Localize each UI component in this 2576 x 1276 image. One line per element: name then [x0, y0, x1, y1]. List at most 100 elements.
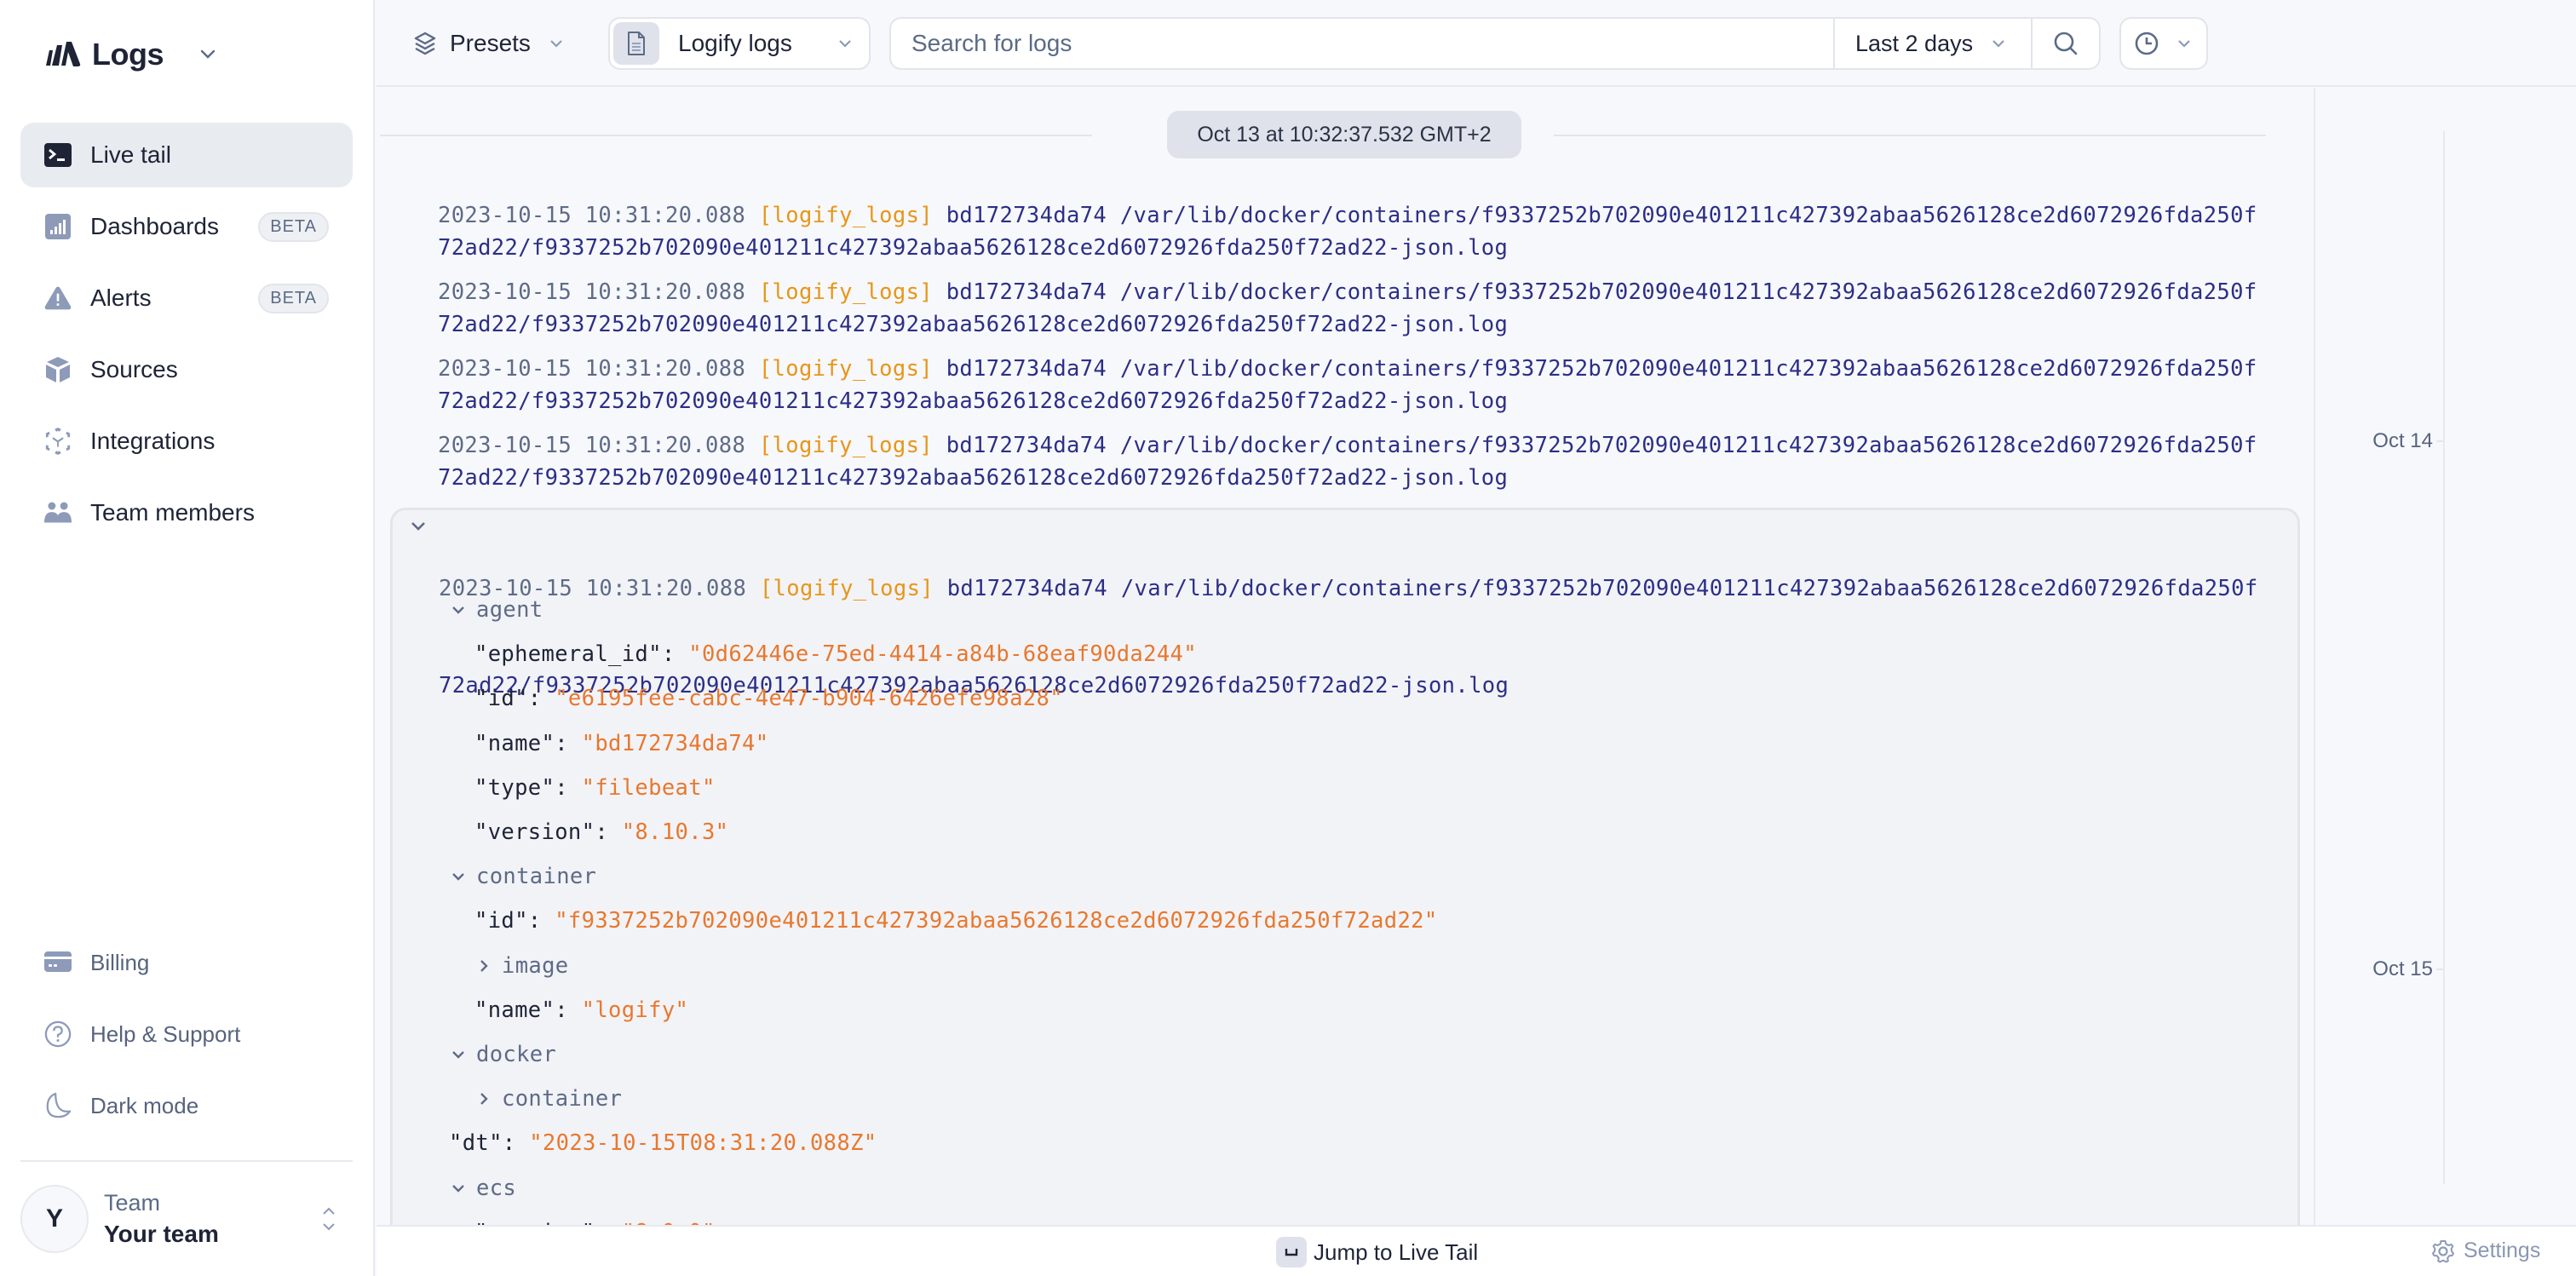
log-message: bd172734da74 /var/lib/docker/containers/…	[946, 576, 2258, 601]
jump-to-live-tail-button[interactable]: Jump to Live Tail	[1276, 1237, 1478, 1267]
brand-switcher[interactable]: Logs	[44, 34, 218, 75]
json-key: container	[476, 864, 597, 890]
log-row[interactable]: 2023-10-15 10:31:20.088 [logify_logs] bd…	[438, 199, 2261, 264]
sidebar-item-label: Live tail	[90, 141, 171, 168]
log-message: bd172734da74 /var/lib/docker/containers/…	[946, 279, 2257, 305]
document-icon	[613, 22, 659, 65]
sidebar: Logs Live tail Dashboards BETA Alerts BE…	[0, 0, 375, 1276]
json-node-image[interactable]: image	[474, 950, 569, 982]
search-group: Last 2 days	[889, 17, 2101, 70]
json-key: "dt":	[449, 1130, 530, 1157]
log-source-tag: [logify_logs]	[758, 279, 933, 305]
integrations-icon	[44, 428, 72, 455]
json-node-container[interactable]: container	[449, 860, 596, 893]
time-range-select[interactable]: Last 2 days	[1833, 19, 2031, 68]
presets-dropdown[interactable]: Presets	[414, 19, 565, 68]
json-key: ecs	[476, 1175, 517, 1201]
log-source-tag: [logify_logs]	[758, 356, 933, 382]
presets-label: Presets	[450, 30, 531, 56]
sidebar-item-live-tail[interactable]: Live tail	[20, 123, 353, 187]
json-field[interactable]: "dt": "2023-10-15T08:31:20.088Z"	[449, 1127, 877, 1159]
log-row[interactable]: 2023-10-15 10:31:20.088 [logify_logs] bd…	[438, 353, 2261, 417]
source-label: Logify logs	[678, 30, 792, 56]
log-stream: Oct 13 at 10:32:37.532 GMT+2 2023-10-15 …	[377, 89, 2314, 1225]
timeline-tick-label: Oct 15	[2372, 957, 2433, 980]
team-name: Your team	[104, 1221, 219, 1247]
terminal-icon	[44, 141, 72, 169]
clock-icon	[2135, 32, 2159, 55]
log-row[interactable]: 2023-10-15 10:31:20.088 [logify_logs] bd…	[438, 429, 2261, 494]
json-value: "8.10.3"	[621, 819, 729, 845]
search-input[interactable]	[891, 19, 1833, 68]
log-message: bd172734da74 /var/lib/docker/containers/…	[946, 203, 2257, 228]
json-node-docker[interactable]: docker	[449, 1038, 556, 1071]
chevron-down-icon	[449, 1045, 468, 1064]
logo-icon	[46, 42, 81, 66]
chevron-right-icon	[474, 1089, 493, 1108]
json-field[interactable]: "id": "f9337252b702090e401211c427392abaa…	[474, 905, 1438, 937]
source-select[interactable]: Logify logs	[608, 17, 871, 70]
json-value: "0d62446e-75ed-4414-a84b-68eaf90da244"	[688, 641, 1197, 668]
beta-badge: BETA	[258, 283, 329, 313]
separator-line	[1554, 135, 2266, 136]
sidebar-item-dark-mode[interactable]: Dark mode	[20, 1073, 353, 1138]
date-separator: Oct 13 at 10:32:37.532 GMT+2	[377, 111, 2314, 158]
settings-button[interactable]: Settings	[2431, 1239, 2540, 1263]
log-row[interactable]: 2023-10-15 10:31:20.088 [logify_logs] bd…	[438, 276, 2261, 341]
json-field[interactable]: "ephemeral_id": "0d62446e-75ed-4414-a84b…	[474, 638, 1197, 670]
sidebar-item-billing[interactable]: Billing	[20, 930, 353, 995]
timeline[interactable]: Oct 14 Oct 15	[2314, 89, 2576, 1225]
gear-icon	[2432, 1239, 2454, 1262]
team-switcher[interactable]: Y Team Your team	[20, 1184, 353, 1254]
json-field[interactable]: "version": "8.10.3"	[474, 816, 728, 848]
timeline-tick: Oct 15	[2372, 957, 2443, 981]
json-value: "2023-10-15T08:31:20.088Z"	[529, 1130, 877, 1157]
search-button[interactable]	[2031, 19, 2099, 68]
json-node-container[interactable]: container	[474, 1083, 622, 1115]
sidebar-item-dashboards[interactable]: Dashboards BETA	[20, 194, 353, 259]
bottom-bar: Jump to Live Tail Settings	[377, 1225, 2576, 1276]
log-message: bd172734da74 /var/lib/docker/containers/…	[946, 356, 2257, 382]
sidebar-item-sources[interactable]: Sources	[20, 337, 353, 402]
sidebar-item-help[interactable]: Help & Support	[20, 1002, 353, 1066]
json-node-ecs[interactable]: ecs	[449, 1172, 516, 1204]
json-field[interactable]: "version": "8.0.0"	[474, 1216, 716, 1225]
chevron-down-icon	[449, 1179, 468, 1198]
json-key: docker	[476, 1042, 557, 1067]
json-key: container	[502, 1086, 623, 1112]
json-key: "version":	[474, 819, 622, 845]
chevron-down-icon	[200, 49, 216, 59]
json-value: "e6195fee-cabc-4e47-b904-6426efe98a28"	[555, 686, 1063, 712]
json-field[interactable]: "name": "logify"	[474, 994, 688, 1026]
log-message-cont: 72ad22/f9337252b702090e401211c427392abaa…	[438, 388, 1509, 414]
json-field[interactable]: "name": "bd172734da74"	[474, 727, 768, 760]
json-key: "name":	[474, 730, 582, 756]
sidebar-divider	[20, 1160, 353, 1162]
refresh-interval-button[interactable]	[2119, 17, 2208, 70]
sidebar-item-team-members[interactable]: Team members	[20, 480, 353, 545]
log-message: bd172734da74 /var/lib/docker/containers/…	[946, 433, 2257, 458]
json-value: "8.0.0"	[622, 1216, 716, 1225]
moon-icon	[44, 1092, 72, 1119]
team-label: Team	[104, 1190, 161, 1216]
log-timestamp: 2023-10-15 10:31:20.088	[438, 279, 746, 305]
timeline-tick: Oct 14	[2372, 429, 2443, 453]
json-field[interactable]: "type": "filebeat"	[474, 772, 716, 804]
json-key: "ephemeral_id":	[474, 641, 689, 668]
sidebar-item-integrations[interactable]: Integrations	[20, 409, 353, 474]
json-node-agent[interactable]: agent	[449, 594, 543, 626]
chevron-down-icon[interactable]	[408, 515, 428, 536]
chevron-right-icon	[474, 957, 493, 975]
chevron-down-icon	[839, 40, 851, 48]
jump-label: Jump to Live Tail	[1314, 1239, 1479, 1265]
cube-icon	[44, 356, 72, 383]
sidebar-item-alerts[interactable]: Alerts BETA	[20, 266, 353, 330]
json-key: "id":	[474, 686, 555, 712]
chevron-down-icon	[2178, 40, 2190, 48]
json-field[interactable]: "id": "e6195fee-cabc-4e47-b904-6426efe98…	[474, 682, 1063, 715]
secondary-nav: Billing Help & Support Dark mode	[20, 930, 353, 1145]
log-message-cont: 72ad22/f9337252b702090e401211c427392abaa…	[438, 465, 1509, 491]
log-row-expanded[interactable]: 2023-10-15 10:31:20.088 [logify_logs] bd…	[390, 508, 2300, 1225]
json-key: agent	[476, 597, 543, 623]
log-source-tag: [logify_logs]	[758, 433, 933, 458]
